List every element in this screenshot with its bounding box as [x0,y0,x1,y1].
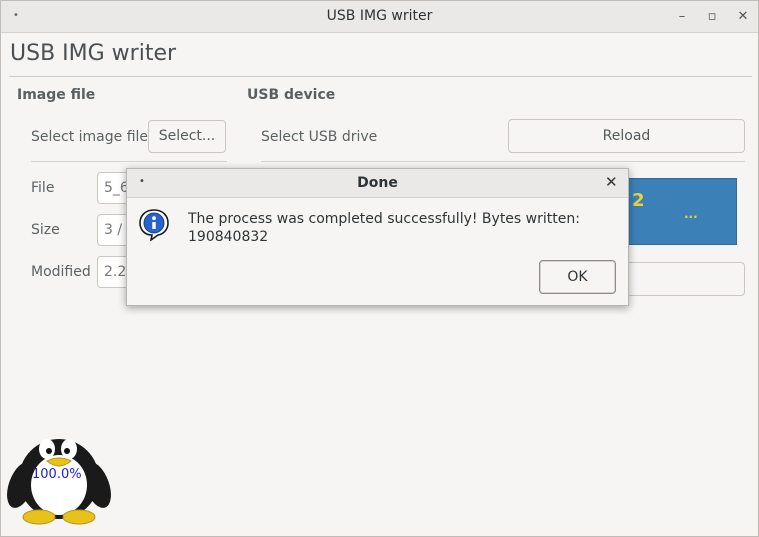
maximize-icon[interactable]: ▫ [701,6,723,28]
app-title: USB IMG writer [10,41,177,66]
usb-device-separator [261,161,745,162]
modified-label: Modified [31,264,91,280]
header-separator [9,76,752,77]
usb-device-section-label: USB device [247,87,336,103]
dialog-titlebar[interactable]: • Done ✕ [127,169,628,198]
done-dialog: • Done ✕ The process was completed succe… [126,168,629,306]
select-image-file-label: Select image file [31,129,149,145]
device-more: ... [684,207,698,221]
size-label: Size [31,222,60,238]
window-title: USB IMG writer [326,8,433,24]
window-titlebar[interactable]: • USB IMG writer – ▫ ✕ [1,1,758,33]
minimize-icon[interactable]: – [671,6,693,28]
image-file-section-label: Image file [17,87,96,103]
dialog-message-line1: The process was completed successfully! … [188,211,580,227]
dialog-close-icon[interactable]: ✕ [605,173,618,191]
reload-button[interactable]: Reload [508,119,745,153]
device-number: 2 [632,190,645,211]
info-icon [139,209,169,241]
select-usb-drive-label: Select USB drive [261,129,378,145]
dialog-message-bytes: 190840832 [188,229,269,245]
progress-percentage: 100.0% [32,467,82,482]
image-file-separator [31,161,227,162]
file-label: File [31,180,55,196]
ok-button[interactable]: OK [539,260,616,294]
close-icon[interactable]: ✕ [732,6,754,28]
dialog-title: Done [357,175,398,191]
select-image-button[interactable]: Select... [148,120,226,153]
dialog-message: The process was completed successfully! … [188,210,608,246]
